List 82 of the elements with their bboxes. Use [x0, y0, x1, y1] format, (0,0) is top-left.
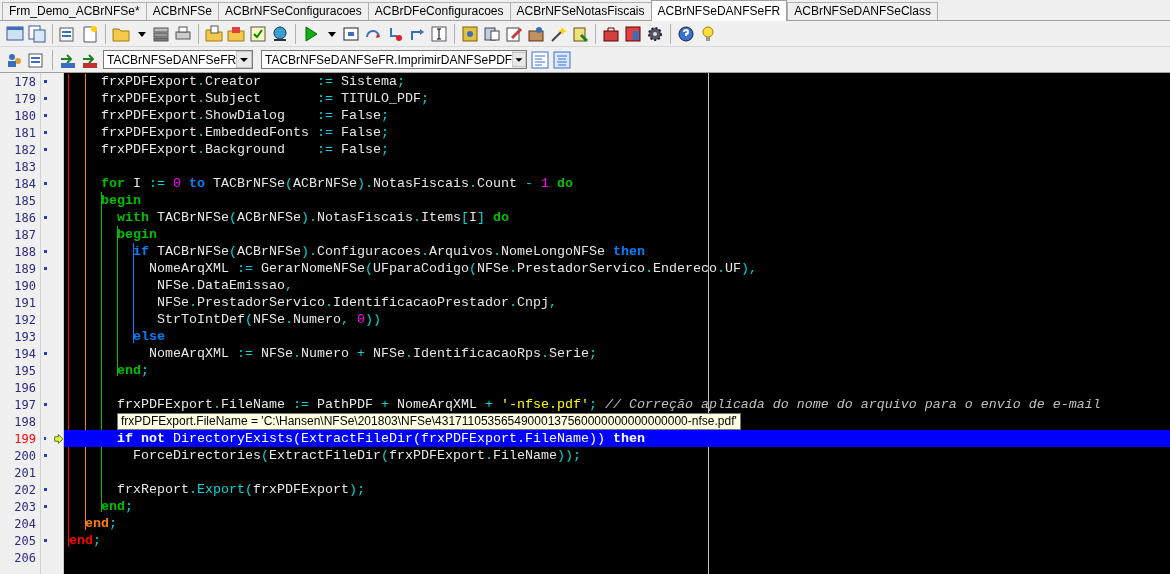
code-line: if TACBrNFSe(ACBrNFSe).Configuracoes.Arquivos.NomeLongoNFSe then	[132, 243, 645, 260]
gear-icon[interactable]	[646, 24, 664, 43]
code-line: frxPDFExport.Creator := Sistema;	[100, 73, 405, 90]
code-line: else	[132, 328, 165, 345]
save-icon[interactable]	[227, 24, 245, 43]
line-number: 180	[13, 107, 36, 125]
form-icon[interactable]	[342, 24, 360, 43]
line-number: 191	[13, 294, 36, 312]
line-number: 204	[13, 515, 36, 533]
text-cursor-icon[interactable]	[430, 24, 448, 43]
code-line: NFSe.PrestadorServico.IdentificacaoPrestador.Cnpj,	[155, 294, 557, 311]
stack-icon[interactable]	[152, 24, 170, 43]
line-number: 190	[13, 277, 36, 295]
dropdown-arrow-icon	[512, 51, 526, 68]
line-number: 179	[13, 90, 36, 108]
code-line: end;	[116, 362, 149, 379]
new-window-icon[interactable]	[59, 24, 77, 43]
line-number: 178	[13, 73, 36, 91]
tooltip: frxPDFExport.FileName = 'C:\Hansen\NFSe\201803\NFSe\43171105356549000137560000000000000000-nfse.pdf'	[117, 413, 741, 430]
help-icon[interactable]	[677, 24, 695, 43]
line-number: 183	[13, 158, 36, 176]
code-line: frxReport.Export(frxPDFExport);	[116, 481, 365, 498]
editor-tab[interactable]: ACBrDFeConfiguracoes	[367, 2, 511, 20]
toolbox-icon[interactable]	[602, 24, 620, 43]
code-line: if not DirectoryExists(ExtractFileDir(frxPDFExport.FileName)) then	[116, 430, 645, 447]
open-file-icon[interactable]	[205, 24, 223, 43]
line-number: 185	[13, 192, 36, 210]
printer-icon[interactable]	[174, 24, 192, 43]
combo-box[interactable]: TACBrNFSeDANFSeFR	[103, 50, 253, 69]
line-number: 200	[13, 447, 36, 465]
component-icon[interactable]	[483, 24, 501, 43]
play-icon[interactable]	[302, 24, 320, 43]
line-number: 206	[13, 549, 36, 567]
forms-icon[interactable]	[28, 24, 46, 43]
line-number: 186	[13, 209, 36, 227]
code-line: with TACBrNFSe(ACBrNFSe).NotasFiscais.Items[I] do	[116, 209, 509, 226]
line-number: 199	[13, 430, 36, 448]
checklist-icon[interactable]	[249, 24, 267, 43]
code-line: frxPDFExport.EmbeddedFonts := False;	[100, 124, 389, 141]
code-line: NFSe.DataEmissao,	[155, 277, 293, 294]
code-line: end;	[68, 532, 101, 549]
line-number: 192	[13, 311, 36, 329]
line-number: 201	[13, 464, 36, 482]
editor-tab[interactable]: ACBrNFSeDANFSeClass	[787, 2, 938, 20]
editor-tab[interactable]: Frm_Demo_ACBrNFSe*	[2, 2, 147, 20]
line-number: 194	[13, 345, 36, 363]
code-line: StrToIntDef(NFSe.Numero, 0))	[155, 311, 381, 328]
editor-tab[interactable]: ACBrNFSeConfiguracoes	[218, 2, 369, 20]
code-line: NomeArqXML := NFSe.Numero + NFSe.IdentificacaoRps.Serie;	[147, 345, 597, 362]
new-file-icon[interactable]	[81, 24, 99, 43]
code-line: frxPDFExport.Subject := TITULO_PDF;	[100, 90, 429, 107]
line-number: 187	[13, 226, 36, 244]
code-line: end;	[84, 515, 117, 532]
dropdown-arrow-icon	[236, 51, 252, 68]
code-line: ForceDirectories(ExtractFileDir(frxPDFExport.FileName));	[132, 447, 581, 464]
code-line: end;	[100, 498, 133, 515]
line-number: 197	[13, 396, 36, 414]
editor-tab[interactable]: ACBrNFSeDANFSeFR	[650, 0, 788, 21]
package-icon[interactable]	[527, 24, 545, 43]
arrow-icon	[54, 431, 64, 446]
code-line: frxPDFExport.ShowDialog := False;	[100, 107, 389, 124]
code-line: begin	[116, 226, 157, 243]
line-number: 196	[13, 379, 36, 397]
code-line: for I := 0 to TACBrNFSe(ACBrNFSe).NotasFiscais.Count - 1 do	[100, 175, 573, 192]
line-number: 193	[13, 328, 36, 346]
combo-box[interactable]: TACBrNFSeDANFSeFR.ImprimirDANFSePDF	[261, 50, 527, 69]
edit-icon[interactable]	[505, 24, 523, 43]
line-number: 198	[13, 413, 36, 431]
line-number: 189	[13, 260, 36, 278]
line-number: 203	[13, 498, 36, 516]
code-line: frxPDFExport.Background := False;	[100, 141, 389, 158]
line-number: 202	[13, 481, 36, 499]
line-number: 195	[13, 362, 36, 380]
globe-icon[interactable]	[271, 24, 289, 43]
line-number: 182	[13, 141, 36, 159]
code-line: begin	[100, 192, 141, 209]
line-number: 181	[13, 124, 36, 142]
new-window-icon[interactable]	[28, 50, 46, 69]
line-number: 184	[13, 175, 36, 193]
window-icon[interactable]	[6, 24, 24, 43]
line-number: 205	[13, 532, 36, 550]
line-number: 188	[13, 243, 36, 261]
